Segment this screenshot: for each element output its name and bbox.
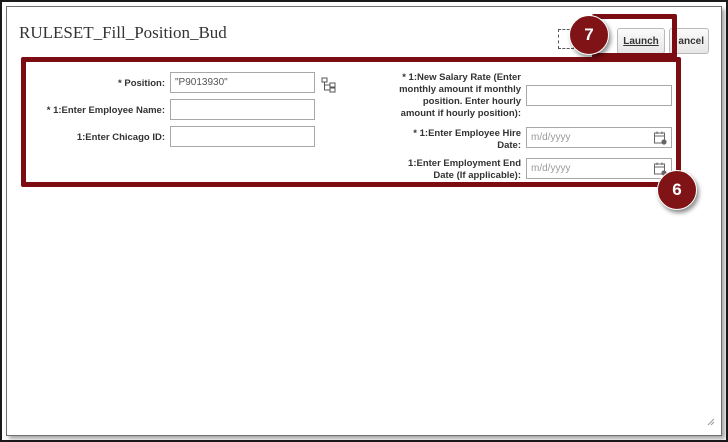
screenshot-frame: RULESET_Fill_Position_Bud Launch ancel *… [0,0,728,442]
form-highlight-box [21,57,681,187]
resize-grip-icon[interactable] [706,417,715,426]
dialog-title: RULESET_Fill_Position_Bud [19,23,227,42]
step-badge-7: 7 [569,15,609,55]
step-badge-6: 6 [657,170,697,210]
